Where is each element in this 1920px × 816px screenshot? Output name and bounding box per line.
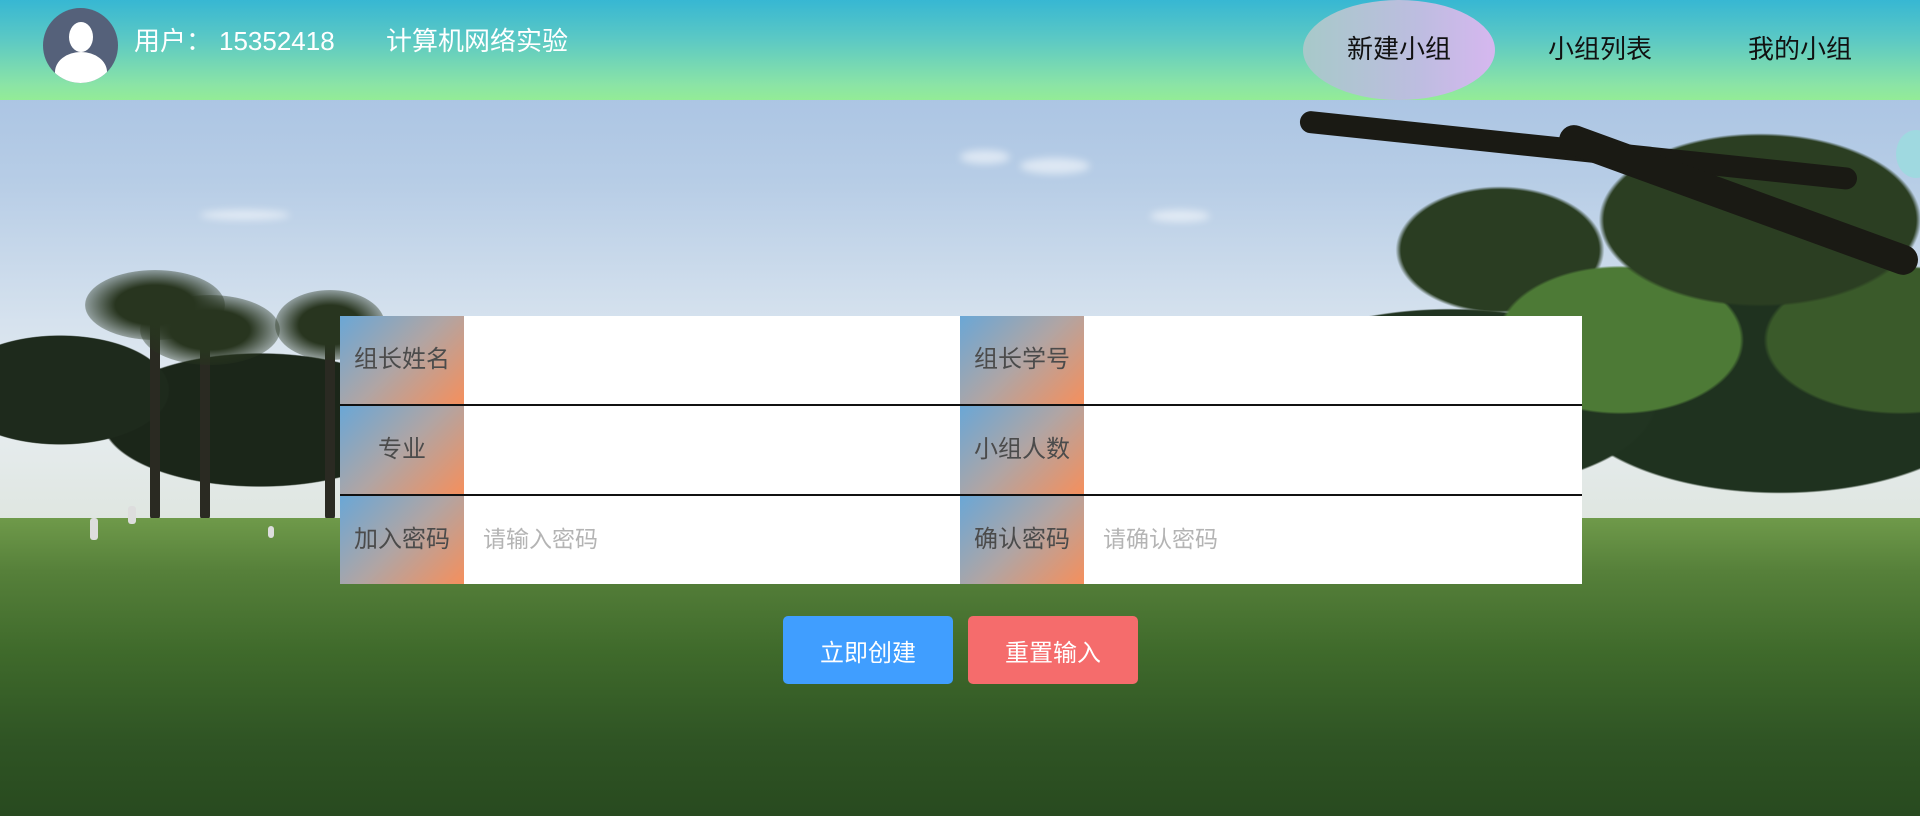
join-password-input[interactable] [464,496,960,584]
leader-id-label: 组长学号 [960,316,1084,404]
avatar[interactable] [43,8,118,83]
user-label: 用户： [134,26,213,56]
cloud [200,210,290,220]
create-now-button[interactable]: 立即创建 [783,616,953,684]
person [268,526,274,538]
top-navbar: 用户： 15352418 计算机网络实验 新建小组 小组列表 我的小组 [0,0,1920,100]
nav-item-group-list[interactable]: 小组列表 [1500,0,1700,100]
palm-top [140,295,280,365]
cloud [1020,158,1090,174]
major-input[interactable] [464,406,960,494]
nav-item-new-group[interactable]: 新建小组 [1303,0,1495,100]
group-size-label: 小组人数 [960,406,1084,494]
confirm-password-label: 确认密码 [960,496,1084,584]
leader-name-label: 组长姓名 [340,316,464,404]
group-size-input[interactable] [1084,406,1582,494]
person [90,518,98,540]
cloud [960,150,1010,164]
form-row: 专业 小组人数 [340,406,1582,494]
form-row: 加入密码 确认密码 [340,496,1582,584]
reset-input-button[interactable]: 重置输入 [968,616,1138,684]
major-label: 专业 [340,406,464,494]
join-password-label: 加入密码 [340,496,464,584]
leader-name-input[interactable] [464,316,960,404]
avatar-person-body [55,52,107,83]
user-id: 15352418 [219,26,335,56]
form-row: 组长姓名 组长学号 [340,316,1582,404]
nav-item-my-group[interactable]: 我的小组 [1700,0,1900,100]
leader-id-input[interactable] [1084,316,1582,404]
avatar-person-icon [69,22,93,52]
course-title: 计算机网络实验 [386,26,569,56]
create-group-form: 组长姓名 组长学号 专业 小组人数 加入密码 确认密码 [340,316,1582,586]
confirm-password-input[interactable] [1084,496,1582,584]
person [128,506,136,524]
